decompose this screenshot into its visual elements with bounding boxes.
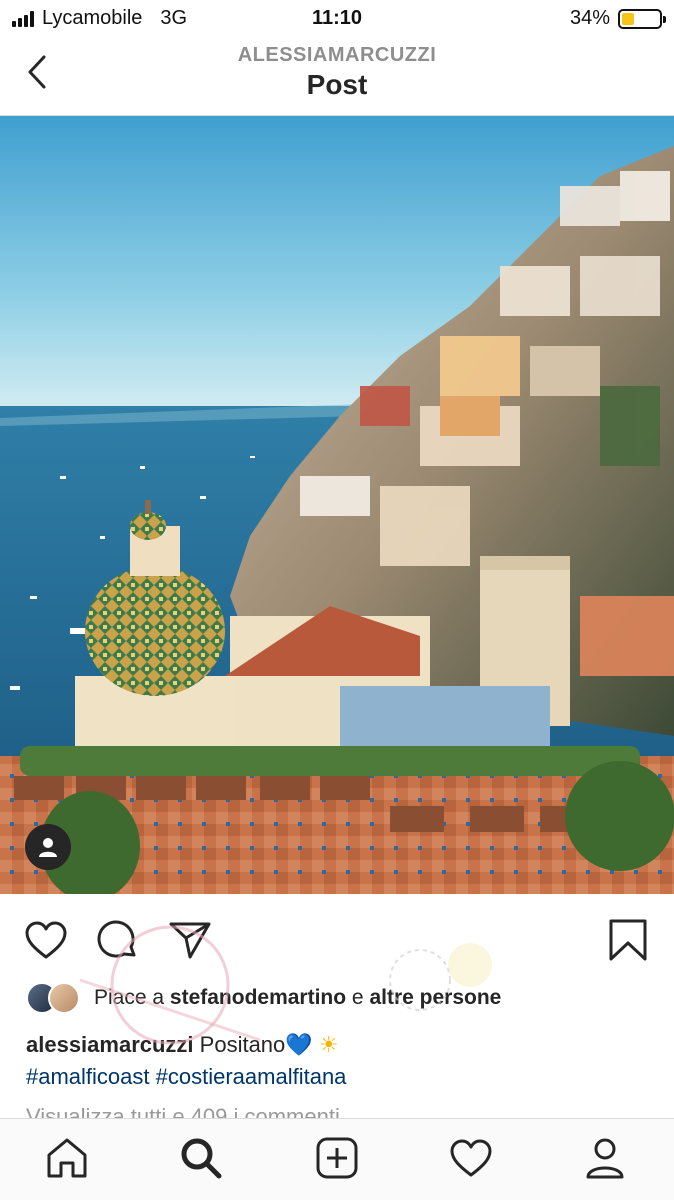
hashtag-link[interactable]: #amalficoast: [26, 1064, 150, 1089]
add-post-icon: [316, 1137, 358, 1179]
hashtag-link[interactable]: #costieraamalfitana: [156, 1064, 347, 1089]
profile-icon: [586, 1138, 624, 1179]
status-bar: Lycamobile 3G 11:10 34%: [0, 0, 674, 38]
header-username[interactable]: ALESSIAMARCUZZI: [0, 44, 674, 67]
post-caption: alessiamarcuzzi Positano💙 ☀: [26, 1030, 646, 1060]
comment-bubble-icon: [97, 920, 136, 958]
sun-emoji: ☀: [318, 1032, 339, 1057]
positano-photo: [0, 116, 674, 894]
blue-heart-emoji: 💙: [285, 1032, 313, 1057]
tab-new-post[interactable]: [312, 1133, 362, 1183]
comment-button[interactable]: [94, 916, 142, 964]
caption-author[interactable]: alessiamarcuzzi: [26, 1032, 194, 1057]
tab-search[interactable]: [176, 1133, 226, 1183]
post-actions: [0, 908, 674, 968]
bottom-tab-bar: [0, 1118, 674, 1200]
activity-heart-icon: [450, 1139, 492, 1177]
caption-text: Positano: [193, 1032, 286, 1057]
tab-profile[interactable]: [580, 1133, 630, 1183]
page-title: Post: [306, 69, 368, 100]
post-photo[interactable]: [0, 116, 674, 894]
battery-percent: 34%: [569, 7, 610, 29]
liker-username[interactable]: stefanodemartino: [170, 986, 346, 1010]
person-icon: [39, 838, 57, 857]
avatar: [48, 982, 80, 1014]
hashtags: #amalficoast #costieraamalfitana: [26, 1062, 346, 1092]
bookmark-icon: [609, 919, 647, 961]
likes-prefix: Piace a: [94, 986, 170, 1009]
status-right: 34%: [569, 7, 666, 30]
likes-middle: e: [346, 986, 370, 1009]
likes-others[interactable]: altre persone: [369, 986, 501, 1010]
post-header: ALESSIAMARCUZZI Post: [0, 38, 674, 116]
tagged-users-button[interactable]: [25, 824, 71, 870]
battery-icon: [618, 8, 666, 29]
battery-level: [622, 12, 635, 25]
save-button[interactable]: [604, 916, 652, 964]
share-button[interactable]: [166, 916, 214, 964]
paper-plane-icon: [169, 922, 211, 959]
tab-activity[interactable]: [446, 1133, 496, 1183]
tab-home[interactable]: [42, 1133, 92, 1183]
liker-avatars: [26, 982, 86, 1014]
home-icon: [47, 1138, 87, 1178]
like-button[interactable]: [22, 916, 70, 964]
likes-summary[interactable]: Piace a stefanodemartino e altre persone: [26, 982, 501, 1014]
heart-outline-icon: [25, 921, 67, 959]
search-icon: [181, 1138, 222, 1179]
